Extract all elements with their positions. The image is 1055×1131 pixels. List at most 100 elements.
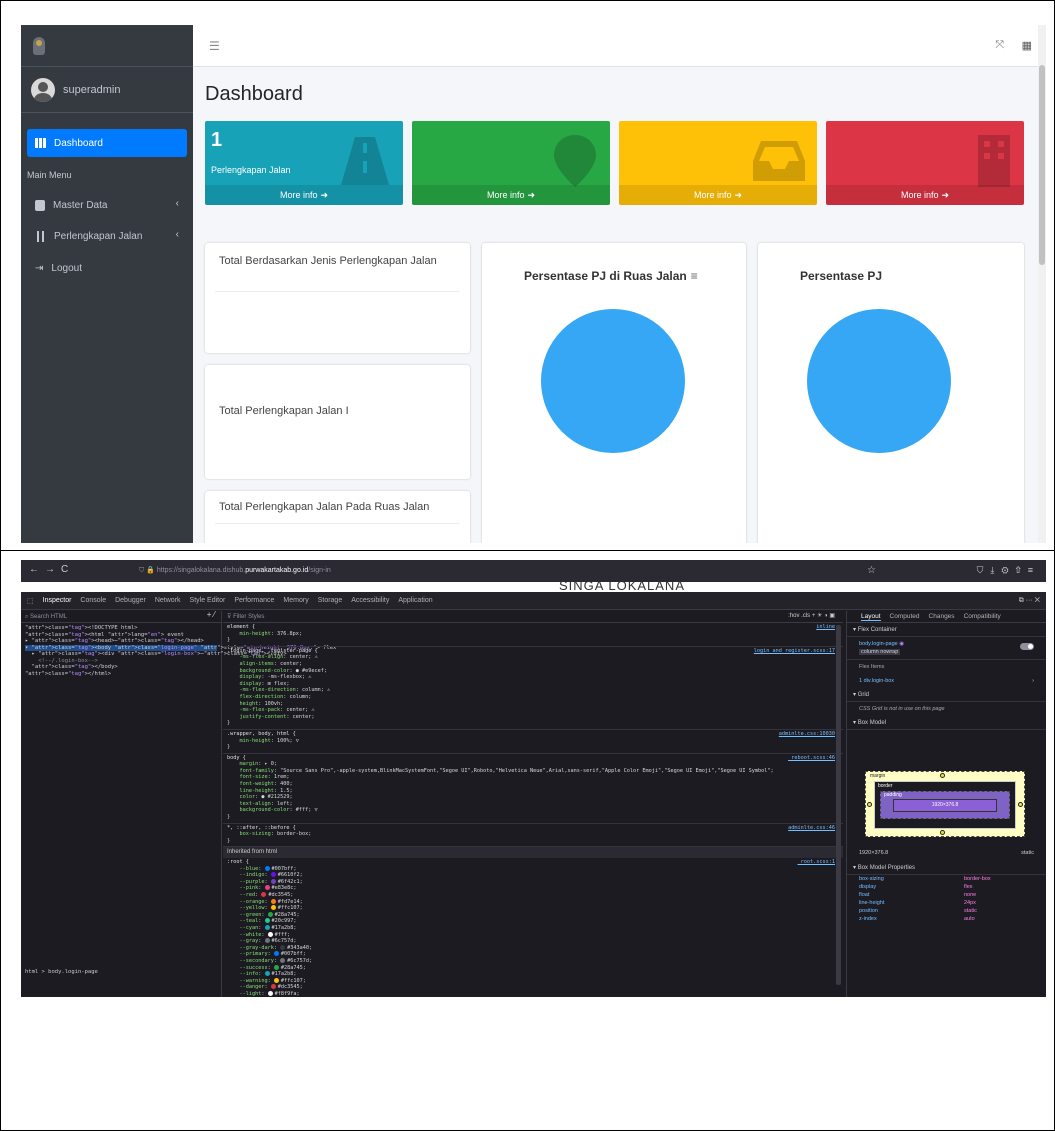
color-swatch[interactable] [264,885,270,891]
css-variable[interactable]: --yellow [240,905,265,911]
rule-source-link[interactable]: adminlte.css:10030 [779,731,835,738]
css-property[interactable]: background-color [240,668,290,674]
rule-source-link[interactable]: login_and_register.scss:17 [754,648,835,655]
page-scrollbar[interactable] [1038,25,1046,543]
brand-logo[interactable] [21,25,193,67]
tab-inspector[interactable]: Inspector [43,597,72,604]
color-swatch[interactable] [273,964,279,970]
color-swatch[interactable] [270,905,276,911]
tab-changes[interactable]: Changes [929,613,955,620]
css-rule[interactable]: *, ::after, ::before {adminlte.css:46 bo… [223,824,843,848]
css-value[interactable]: #f8f9fa [275,991,297,997]
css-value[interactable]: -ms-flexbox; ⚠ [265,674,312,680]
root-rule[interactable]: :root {_root.scss:1 --blue: #007bff; --i… [223,858,843,997]
breadcrumb[interactable]: html > body.login-page [25,969,98,976]
bm-margin-value[interactable] [1018,802,1023,807]
css-value[interactable]: column; [286,694,311,700]
bm-property-row[interactable]: line-height 24px [847,899,1046,907]
css-variable[interactable]: --warning [240,978,268,984]
css-value[interactable]: left; [274,801,293,807]
css-property[interactable]: box-sizing [240,831,271,837]
css-value[interactable]: #ffc107 [278,905,300,911]
css-value[interactable]: #17a2b8 [272,925,294,931]
css-value[interactable]: 100vh; [261,701,283,707]
sidebar-item-dashboard[interactable]: Dashboard [27,129,187,157]
css-value[interactable]: border-box; [274,831,311,837]
more-info-link[interactable]: More info ➜ [412,185,610,205]
color-swatch[interactable] [264,865,270,871]
css-variable[interactable]: --teal [240,918,259,924]
css-variable[interactable]: --white [240,932,262,938]
color-swatch[interactable] [270,878,276,884]
css-variable[interactable]: --secondary [240,958,274,964]
rules-scrollbar[interactable] [836,625,841,985]
bm-property-row[interactable]: display flex [847,883,1046,891]
color-swatch[interactable] [267,911,273,917]
html-tree[interactable]: "attr">class="tag"><!DOCTYPE html> "attr"… [21,623,336,679]
css-value[interactable]: #6f42c1 [278,879,300,885]
css-value[interactable]: 1.5; [277,788,293,794]
css-variable[interactable]: --green [240,912,262,918]
pie-slice[interactable] [541,309,685,453]
css-variable[interactable]: --purple [240,879,265,885]
css-value[interactable]: #e83e8c [272,885,294,891]
devtools-window-controls[interactable]: ⧉ ··· ✕ [1019,597,1040,605]
css-property[interactable]: height [240,701,259,707]
css-variable[interactable]: --gray-dark [240,945,274,951]
flex-overlay-toggle[interactable] [1020,643,1034,650]
rule-source-link[interactable]: _root.scss:1 [798,859,835,866]
css-value[interactable]: #28a745 [275,912,297,918]
tab-style-editor[interactable]: Style Editor [190,597,226,604]
css-property[interactable]: display [240,681,262,687]
flex-item[interactable]: 1 div.login-box › [847,674,1046,688]
css-property[interactable]: display [240,674,262,680]
tab-layout[interactable]: Layout [861,613,881,621]
menu-toggle-icon[interactable]: ☰ [209,39,220,53]
css-variable[interactable]: --red [240,892,256,898]
section-box-model[interactable]: ▾ Box Model [847,716,1046,730]
bm-property-row[interactable]: box-sizing border-box [847,875,1046,883]
css-value[interactable]: #17a2b8 [272,971,294,977]
more-info-link[interactable]: More info ➜ [205,185,403,205]
tab-debugger[interactable]: Debugger [115,597,146,604]
css-value[interactable]: #6c757d [287,958,309,964]
bm-property-row[interactable]: z-index auto [847,915,1046,923]
color-swatch[interactable] [267,931,273,937]
css-value[interactable]: ▸ 0; [261,761,277,767]
css-value[interactable]: #6610f2 [278,872,300,878]
css-variable[interactable]: --primary [240,951,268,957]
css-value[interactable]: center; ⚠ [286,654,317,660]
scrollbar-thumb[interactable] [1039,65,1045,265]
color-swatch[interactable] [280,944,286,950]
tab-storage[interactable]: Storage [318,597,343,604]
css-property[interactable]: background-color [240,807,290,813]
section-grid[interactable]: ▾ Grid [847,688,1046,702]
css-value[interactable]: center; ⚠ [283,707,314,713]
fullscreen-icon[interactable]: ⤧ [995,39,1004,52]
rule-source-link[interactable]: _reboot.scss:46 [788,755,835,762]
tab-computed[interactable]: Computed [890,613,920,620]
css-value[interactable]: center; [289,714,315,720]
css-rule[interactable]: body {_reboot.scss:46 margin: ▸ 0; font-… [223,754,843,824]
css-property[interactable]: min-height [240,631,271,637]
color-swatch[interactable] [261,891,267,897]
css-rules[interactable]: element {inline min-height: 376.8px; } .l… [223,623,843,848]
css-rule[interactable]: element {inline min-height: 376.8px; } [223,623,843,647]
css-value[interactable]: 1rem; [271,774,290,780]
css-value[interactable]: #007bff [272,866,294,872]
tab-application[interactable]: Application [398,597,432,604]
bm-property-row[interactable]: float none [847,891,1046,899]
rule-source-link[interactable]: inline [816,624,835,631]
css-property[interactable]: align-items [240,661,274,667]
html-node[interactable]: "attr">class="tag"></html> [25,671,217,678]
css-property[interactable]: color [240,794,256,800]
color-swatch[interactable] [264,924,270,930]
tab-accessibility[interactable]: Accessibility [351,597,389,604]
css-value[interactable]: #20c997 [272,918,294,924]
color-swatch[interactable] [280,957,286,963]
css-value[interactable]: 100%; ▽ [274,738,299,744]
bm-margin-value[interactable] [940,830,945,835]
pie-slice[interactable] [807,309,951,453]
css-property[interactable]: line-height [240,788,274,794]
section-bm-properties[interactable]: ▾ Box Model Properties [847,861,1046,875]
